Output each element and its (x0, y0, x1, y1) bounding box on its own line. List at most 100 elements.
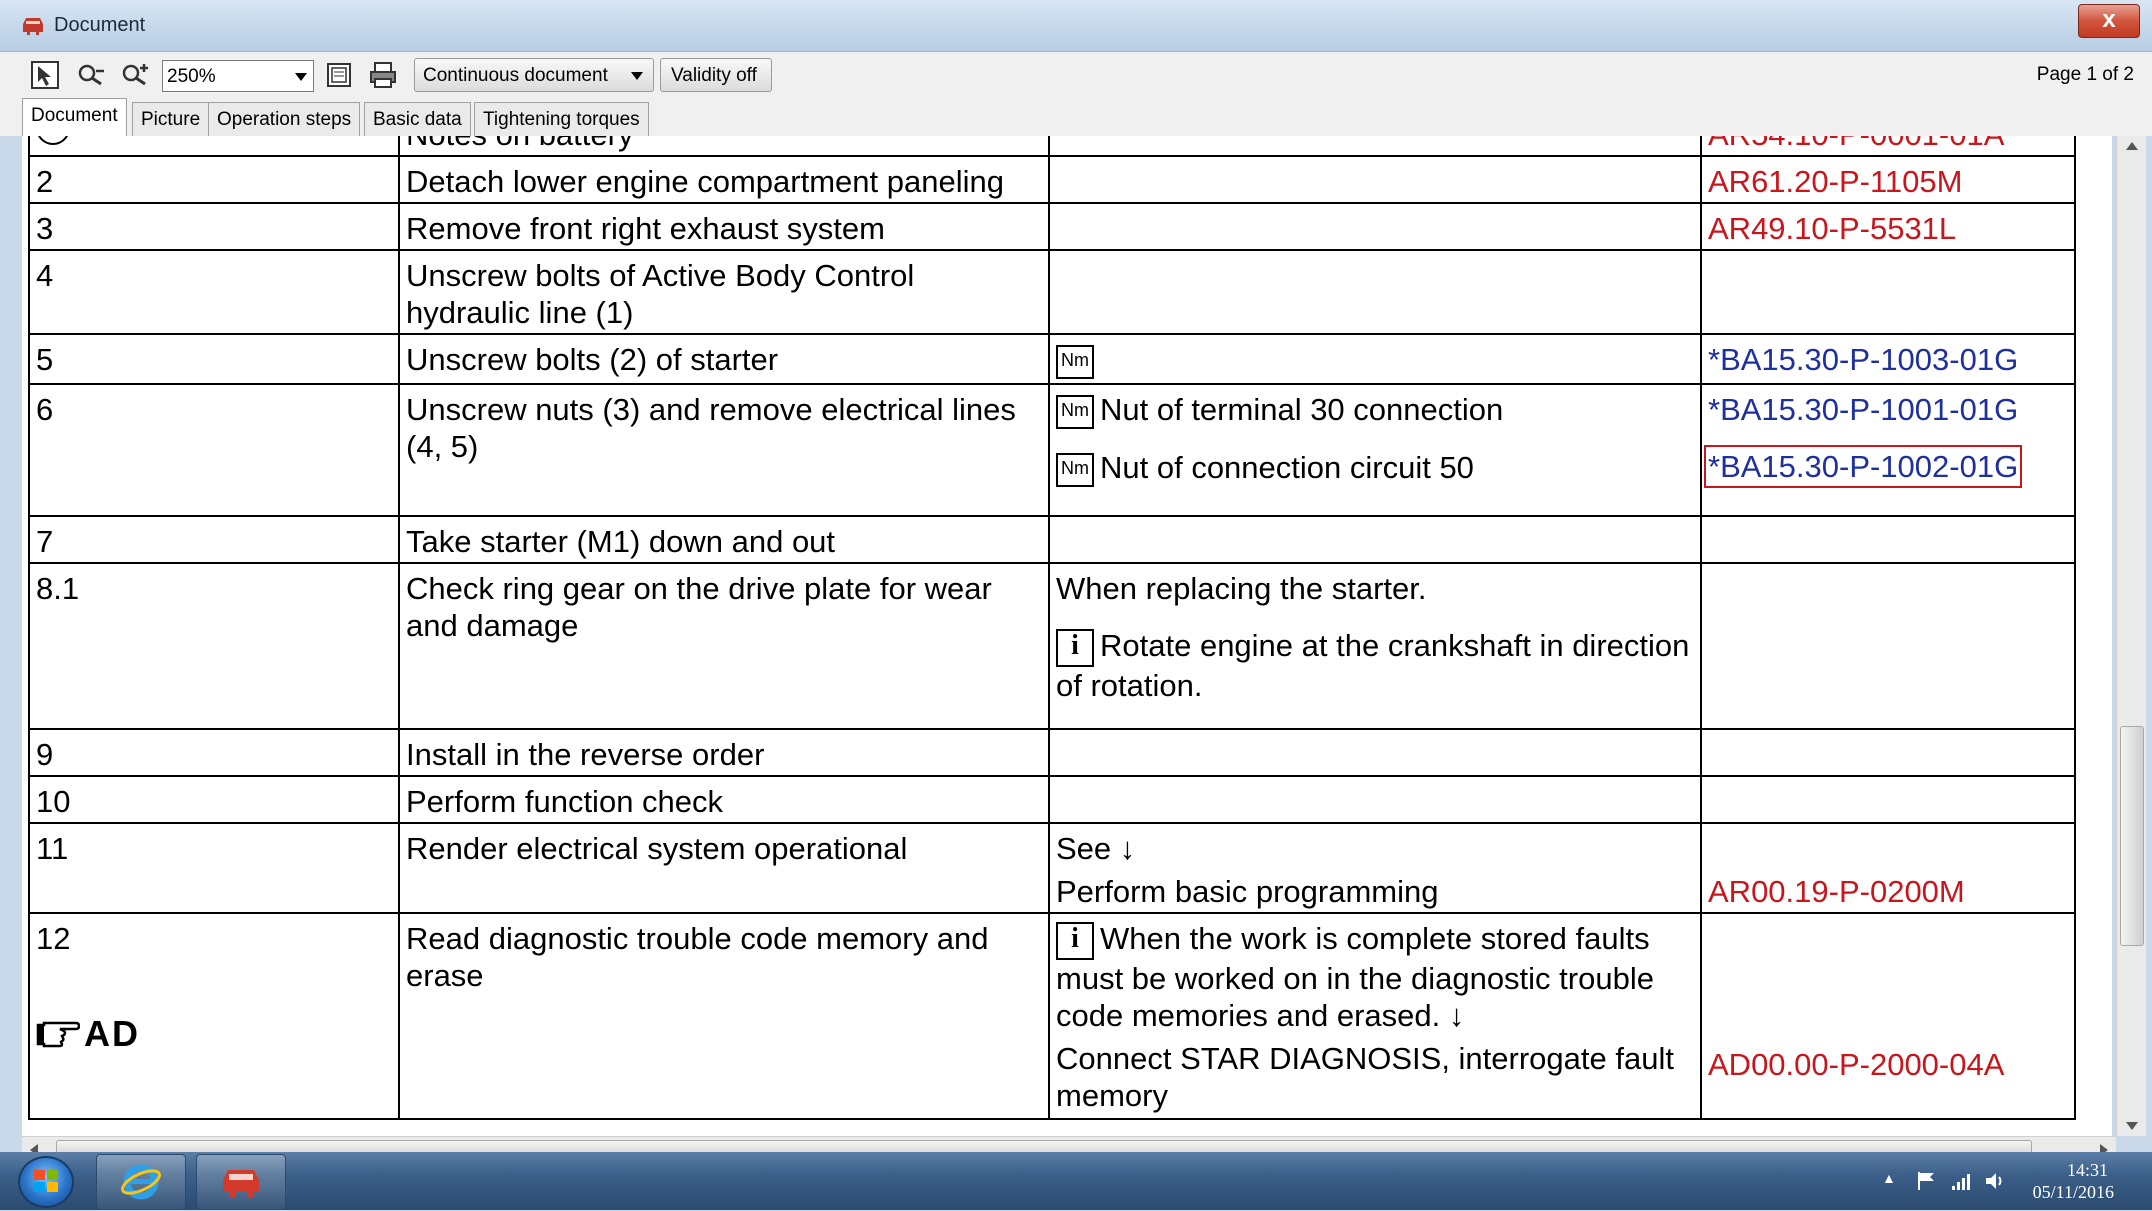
info-note-text: Rotate engine at the crankshaft in direc… (1056, 628, 1690, 703)
table-row: 3 Remove front right exhaust system AR49… (28, 202, 2076, 251)
table-row: 10 Perform function check (28, 775, 2076, 824)
reference-link[interactable]: AD00.00-P-2000-04A (1708, 1046, 2068, 1083)
operation-text: Install in the reverse order (398, 728, 1050, 777)
zoom-in-icon[interactable] (118, 58, 152, 92)
note-text: Connect STAR DIAGNOSIS, interrogate faul… (1056, 1040, 1674, 1113)
reference-link[interactable]: AR54.10-P-0001-01A (1700, 136, 2076, 157)
validity-button[interactable]: Validity off (660, 58, 772, 92)
scroll-up-icon[interactable] (2126, 142, 2138, 150)
scroll-down-icon[interactable] (2126, 1122, 2138, 1130)
page-indicator: Page 1 of 2 (2036, 64, 2134, 85)
operation-text: Unscrew bolts (2) of starter (398, 333, 1050, 385)
operation-text: Unscrew bolts of Active Body Control hyd… (398, 249, 1050, 335)
note-cell (1048, 155, 1702, 204)
info-icon: i (1056, 921, 1094, 960)
arrow-down-icon[interactable]: ↓ (1449, 998, 1465, 1033)
view-mode-label: Continuous document (423, 65, 608, 86)
torque-note: Nm Nut of terminal 30 connection (1056, 391, 1694, 429)
operation-text: Check ring gear on the drive plate for w… (398, 562, 1050, 730)
window-title: Document (54, 14, 146, 36)
taskbar: ▲ 14:31 05/11/2016 (0, 1152, 2152, 1210)
reference-cell: *BA15.30-P-1001-01G *BA15.30-P-1002-01G (1700, 383, 2076, 517)
note-cell (1048, 775, 1702, 824)
pointing-hand-icon (36, 1021, 80, 1047)
note-cell (1048, 728, 1702, 777)
step-number: 8.1 (28, 562, 400, 730)
zoom-out-icon[interactable] (74, 58, 108, 92)
speaker-icon[interactable] (1984, 1170, 2008, 1192)
tab-basic-data[interactable]: Basic data (364, 102, 471, 136)
reference-link[interactable]: AR61.20-P-1105M (1700, 155, 2076, 204)
scroll-thumb[interactable] (2120, 726, 2144, 946)
clock-date[interactable]: 05/11/2016 (2033, 1182, 2114, 1203)
windows-start-icon[interactable] (18, 1156, 74, 1208)
ad-marker: AD (36, 1015, 392, 1052)
torque-icon[interactable]: Nm (1056, 452, 1094, 487)
vertical-scrollbar[interactable] (2116, 136, 2146, 1136)
reference-link[interactable]: AR00.19-P-0200M (1708, 873, 2068, 910)
note-cell (1048, 249, 1702, 335)
reference-cell (1700, 562, 2076, 730)
note-cell: Nm (1048, 333, 1702, 385)
reference-link[interactable]: *BA15.30-P-1001-01G (1708, 391, 2068, 428)
tab-document[interactable]: Document (22, 98, 127, 136)
document-view[interactable]: Notes on battery AR54.10-P-0001-01A 2 De… (22, 136, 2112, 1136)
note-cell (1048, 202, 1702, 251)
table-row: 11 Render electrical system operational … (28, 822, 2076, 914)
reference-link[interactable]: *BA15.30-P-1003-01G (1700, 333, 2076, 385)
tab-operation-steps[interactable]: Operation steps (208, 102, 361, 136)
step-number: 6 (28, 383, 400, 517)
table-row: 5 Unscrew bolts (2) of starter Nm *BA15.… (28, 333, 2076, 385)
torque-icon[interactable]: Nm (1056, 344, 1094, 379)
operation-text: Detach lower engine compartment paneling (398, 155, 1050, 204)
zoom-select[interactable]: 250% (162, 60, 314, 92)
operation-cell: Notes on battery (398, 136, 1050, 157)
note-cell (1048, 515, 1702, 564)
internet-explorer-icon[interactable] (96, 1154, 186, 1210)
see-label: See (1056, 831, 1112, 866)
warning-icon (36, 136, 70, 145)
print-icon[interactable] (366, 58, 400, 92)
operation-table: Notes on battery AR54.10-P-0001-01A 2 De… (28, 136, 2076, 1120)
tab-picture[interactable]: Picture (132, 102, 210, 136)
view-mode-dropdown[interactable]: Continuous document (414, 58, 654, 92)
note-cell: Nm Nut of terminal 30 connection Nm Nut of… (1048, 383, 1702, 517)
step-cell: 12 AD (28, 912, 400, 1120)
torque-icon[interactable]: Nm (1056, 394, 1094, 429)
flag-icon[interactable] (1916, 1170, 1938, 1192)
table-row: 12 AD Read diagnostic trouble code memor… (28, 912, 2076, 1120)
reference-cell: AD00.00-P-2000-04A (1700, 912, 2076, 1120)
clock-time[interactable]: 14:31 (2067, 1160, 2108, 1181)
tab-tightening-torques[interactable]: Tightening torques (474, 102, 649, 136)
reference-link[interactable]: *BA15.30-P-1002-01G (1703, 445, 2068, 488)
step-number: 12 (36, 921, 71, 956)
table-row: 7 Take starter (M1) down and out (28, 515, 2076, 564)
single-page-icon[interactable] (322, 58, 356, 92)
torque-note-text: Nut of connection circuit 50 (1100, 449, 1474, 485)
info-note: i Rotate engine at the crankshaft in dire… (1056, 627, 1694, 704)
torque-note: Nm Nut of connection circuit 50 (1056, 449, 1694, 487)
note-text: Perform basic programming (1056, 874, 1439, 909)
step-cell (28, 136, 400, 157)
selected-reference[interactable]: *BA15.30-P-1002-01G (1703, 445, 2023, 488)
step-number: 10 (28, 775, 400, 824)
arrow-down-icon[interactable]: ↓ (1120, 831, 1136, 866)
toolbar: 250% Continuous document Validity off Pa… (0, 52, 2152, 96)
step-number: 5 (28, 333, 400, 385)
reference-cell (1700, 249, 2076, 335)
step-number: 7 (28, 515, 400, 564)
step-number: 11 (28, 822, 400, 914)
step-number: 4 (28, 249, 400, 335)
ad-label: AD (84, 1013, 140, 1054)
note-text: When replacing the starter. (1056, 571, 1427, 606)
signal-icon[interactable] (1950, 1170, 1974, 1192)
select-tool-icon[interactable] (28, 58, 62, 92)
car-app-icon[interactable] (196, 1154, 286, 1210)
note-cell (1048, 136, 1702, 157)
operation-text: Remove front right exhaust system (398, 202, 1050, 251)
show-hidden-icons[interactable]: ▲ (1882, 1170, 1896, 1186)
reference-cell (1700, 775, 2076, 824)
close-button[interactable]: x (2078, 4, 2140, 38)
chevron-down-icon (631, 72, 643, 80)
reference-link[interactable]: AR49.10-P-5531L (1700, 202, 2076, 251)
